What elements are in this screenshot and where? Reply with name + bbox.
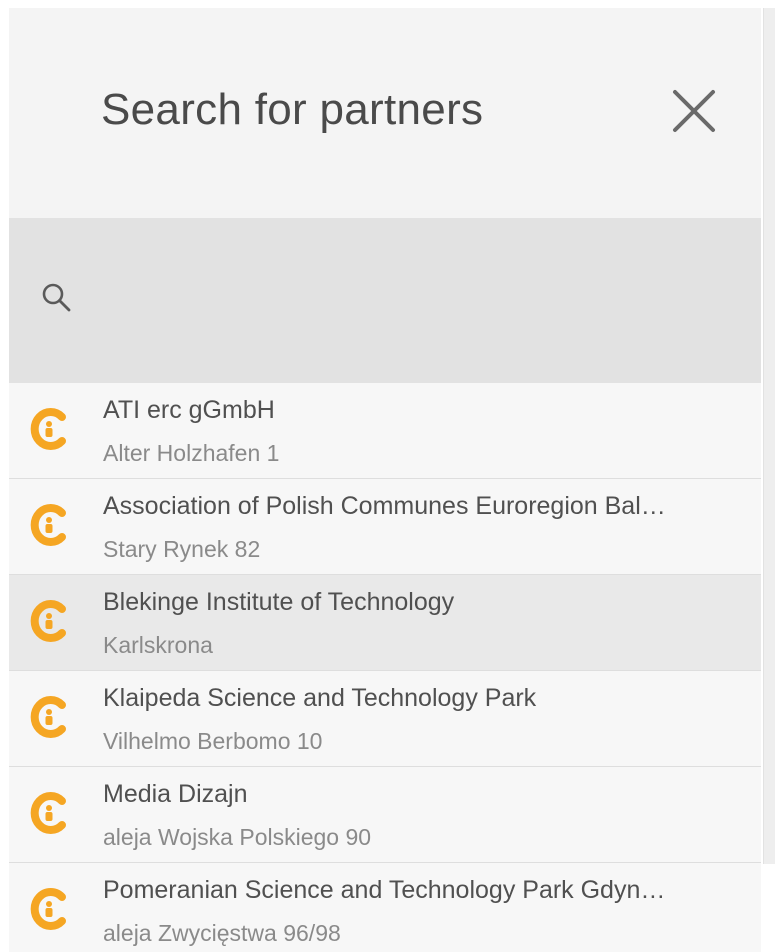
partner-address: aleja Zwycięstwa 96/98 [103, 920, 341, 946]
panel-title: Search for partners [101, 85, 484, 134]
partner-name: Association of Polish Communes Euroregio… [103, 492, 666, 520]
search-input[interactable] [89, 273, 733, 325]
partner-logo-icon [30, 600, 66, 642]
partner-logo-icon [30, 408, 66, 450]
partner-name: Klaipeda Science and Technology Park [103, 684, 537, 712]
list-item[interactable]: ATI erc gGmbH Alter Holzhafen 1 [9, 383, 761, 479]
partner-logo-icon [30, 792, 66, 834]
list-item[interactable]: Klaipeda Science and Technology Park Vil… [9, 671, 761, 767]
list-item[interactable]: Pomeranian Science and Technology Park G… [9, 863, 761, 952]
results-list: ATI erc gGmbH Alter Holzhafen 1 Associat… [9, 383, 761, 952]
partner-logo-icon [30, 696, 66, 738]
partner-address: Stary Rynek 82 [103, 536, 261, 562]
partner-address: aleja Wojska Polskiego 90 [103, 824, 372, 850]
partner-logo-icon [30, 888, 66, 930]
search-bar [9, 218, 761, 383]
partner-name: ATI erc gGmbH [103, 396, 275, 424]
partner-address: Alter Holzhafen 1 [103, 440, 280, 466]
partner-name: Media Dizajn [103, 780, 248, 808]
partner-logo-icon [30, 504, 66, 546]
list-item[interactable]: Media Dizajn aleja Wojska Polskiego 90 [9, 767, 761, 863]
partner-address: Vilhelmo Berbomo 10 [103, 728, 323, 754]
close-button[interactable] [667, 84, 721, 138]
search-icon [42, 283, 71, 312]
partner-name: Blekinge Institute of Technology [103, 588, 455, 616]
list-item[interactable]: Association of Polish Communes Euroregio… [9, 479, 761, 575]
close-icon [673, 90, 715, 132]
partner-name: Pomeranian Science and Technology Park G… [103, 876, 666, 904]
list-item[interactable]: Blekinge Institute of Technology Karlskr… [9, 575, 761, 671]
scrollbar-thumb[interactable] [763, 8, 775, 864]
panel-header: Search for partners [9, 8, 761, 218]
partner-address: Karlskrona [103, 632, 213, 658]
partner-search-panel: Search for partners ATI erc gGmbH Alter … [9, 8, 761, 952]
